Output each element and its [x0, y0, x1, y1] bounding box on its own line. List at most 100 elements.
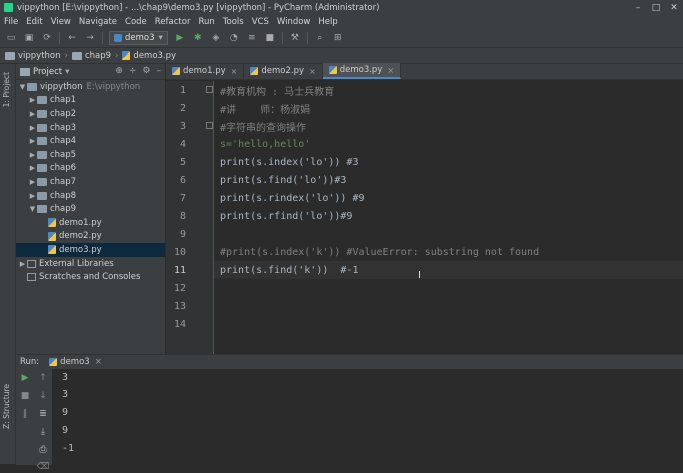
fold-marker-icon[interactable]	[206, 86, 213, 93]
menu-refactor[interactable]: Refactor	[155, 17, 191, 27]
tree-item-folder[interactable]: ▶ chap1	[16, 94, 165, 108]
menu-help[interactable]: Help	[318, 17, 337, 27]
run-icon[interactable]: ▶	[174, 32, 186, 44]
rerun-icon[interactable]: ▶	[19, 372, 31, 384]
structure-side-tab[interactable]: Z: Structure	[2, 384, 11, 429]
tree-item-folder[interactable]: ▶ chap7	[16, 175, 165, 189]
close-icon[interactable]: ×	[387, 66, 394, 75]
locate-icon[interactable]: ⊕	[115, 66, 123, 76]
code-line[interactable]	[214, 225, 683, 243]
code-line-current[interactable]: print(s.find('k')) #-1	[214, 261, 683, 279]
tree-item-scratches[interactable]: Scratches and Consoles	[16, 270, 165, 284]
project-side-tab[interactable]: 1: Project	[2, 72, 11, 107]
collapse-icon[interactable]: ÷	[129, 66, 137, 76]
run-config-label: demo3	[125, 33, 155, 43]
pycharm-logo-icon	[4, 3, 13, 12]
code-line[interactable]: print(s.rindex('lo')) #9	[214, 189, 683, 207]
close-window-icon[interactable]: ✕	[665, 0, 683, 15]
maximize-icon[interactable]: □	[647, 0, 665, 15]
coverage-icon[interactable]: ◈	[210, 32, 222, 44]
gear-icon[interactable]: ⚙	[142, 66, 150, 76]
project-panel-header: Project ▾ ⊕ ÷ ⚙ –	[16, 64, 165, 80]
tree-item-folder-open[interactable]: ▼ chap9	[16, 202, 165, 216]
tree-item-root[interactable]: ▼ vippython E:\vippython	[16, 80, 165, 94]
minimize-icon[interactable]: –	[629, 0, 647, 15]
project-panel-title[interactable]: Project	[33, 67, 62, 77]
sync-icon[interactable]: ⟳	[41, 32, 53, 44]
tab-demo3[interactable]: demo3.py ×	[322, 63, 402, 79]
close-icon[interactable]: ×	[309, 67, 316, 76]
forward-arrow-icon[interactable]: →	[84, 32, 96, 44]
tree-item-folder[interactable]: ▶ chap8	[16, 189, 165, 203]
text-cursor-icon: I	[418, 270, 421, 281]
tree-item-folder[interactable]: ▶ chap5	[16, 148, 165, 162]
editor-tabs: demo1.py × demo2.py × demo3.py ×	[166, 63, 683, 80]
close-icon[interactable]: ×	[231, 67, 238, 76]
menu-run[interactable]: Run	[198, 17, 214, 27]
save-icon[interactable]: ▣	[23, 32, 35, 44]
menu-navigate[interactable]: Navigate	[79, 17, 117, 27]
code-line[interactable]: #讲 师：杨淑娟	[214, 99, 683, 117]
console-output[interactable]: 3 3 9 9 -1	[62, 369, 74, 457]
up-arrow-icon[interactable]: ↑	[37, 372, 49, 384]
scratches-icon	[27, 273, 36, 282]
menu-view[interactable]: View	[51, 17, 71, 27]
code-line[interactable]	[214, 315, 683, 333]
menu-file[interactable]: File	[4, 17, 18, 27]
menu-tools[interactable]: Tools	[223, 17, 244, 27]
hide-icon[interactable]: –	[157, 66, 162, 76]
breadcrumb-item[interactable]: vippython	[18, 51, 61, 61]
breadcrumb: vippython › chap9 › demo3.py	[0, 48, 683, 64]
trash-icon[interactable]: ⌫	[37, 461, 50, 473]
stop-icon[interactable]: ■	[19, 390, 31, 402]
code-area[interactable]: #教育机构 : 马士兵教育 #讲 师：杨淑娟 #字符串的查询操作 s='hell…	[214, 81, 683, 354]
code-line[interactable]: print(s.rfind('lo'))#9	[214, 207, 683, 225]
code-line[interactable]: print(s.find('lo'))#3	[214, 171, 683, 189]
project-structure-icon[interactable]: ⊞	[332, 32, 344, 44]
code-line[interactable]	[214, 279, 683, 297]
down-arrow-icon[interactable]: ↓	[37, 390, 49, 402]
tree-item-external-libraries[interactable]: ▶ External Libraries	[16, 257, 165, 271]
menu-edit[interactable]: Edit	[26, 17, 42, 27]
profile-icon[interactable]: ◔	[228, 32, 240, 44]
tree-item-file[interactable]: demo2.py	[16, 230, 165, 244]
code-line[interactable]: #教育机构 : 马士兵教育	[214, 81, 683, 99]
code-line[interactable]: print(s.index('lo')) #3	[214, 153, 683, 171]
settings-wrench-icon[interactable]: ⚒	[289, 32, 301, 44]
tree-item-file-selected[interactable]: demo3.py	[16, 243, 165, 257]
menu-code[interactable]: Code	[125, 17, 147, 27]
open-folder-icon[interactable]: ▭	[5, 32, 17, 44]
stop-icon[interactable]: ■	[264, 32, 276, 44]
breadcrumb-item[interactable]: demo3.py	[133, 51, 176, 61]
tab-demo1[interactable]: demo1.py ×	[166, 63, 245, 79]
tab-demo2[interactable]: demo2.py ×	[244, 63, 323, 79]
concurrency-icon[interactable]: ≡	[246, 32, 258, 44]
fold-marker-icon[interactable]	[206, 122, 213, 129]
code-line[interactable]: #print(s.index('k')) #ValueError: substr…	[214, 243, 683, 261]
back-arrow-icon[interactable]: ←	[66, 32, 78, 44]
folder-icon	[20, 67, 30, 76]
search-icon[interactable]: ⌕	[314, 32, 326, 44]
run-configuration-select[interactable]: demo3 ▾	[109, 31, 168, 45]
code-line[interactable]: #字符串的查询操作	[214, 117, 683, 135]
close-icon[interactable]: ×	[95, 357, 102, 367]
run-config-tab[interactable]: demo3	[60, 357, 90, 367]
breadcrumb-item[interactable]: chap9	[85, 51, 111, 61]
tree-item-file[interactable]: demo1.py	[16, 216, 165, 230]
scroll-to-end-icon[interactable]: ⤓	[37, 426, 49, 438]
debug-icon[interactable]: ✱	[192, 32, 204, 44]
menu-vcs[interactable]: VCS	[252, 17, 269, 27]
code-line[interactable]: s='hello,hello'	[214, 135, 683, 153]
soft-wrap-icon[interactable]: ≣	[37, 408, 49, 420]
tree-item-folder[interactable]: ▶ chap3	[16, 121, 165, 135]
tree-item-folder[interactable]: ▶ chap4	[16, 134, 165, 148]
code-line[interactable]	[214, 297, 683, 315]
pause-icon[interactable]: ‖	[19, 408, 31, 420]
tree-item-folder[interactable]: ▶ chap6	[16, 162, 165, 176]
tree-item-folder[interactable]: ▶ chap2	[16, 107, 165, 121]
print-icon[interactable]: ⎙	[37, 444, 49, 456]
folder-icon	[37, 123, 47, 132]
chevron-down-icon[interactable]: ▾	[65, 67, 69, 77]
menu-window[interactable]: Window	[277, 17, 311, 27]
run-panel: Run: demo3 × ▶ ↑ ■ ↓ ‖ ≣ ⤓ ⎙ ⌫ 3 3 9 9 -…	[16, 354, 683, 472]
